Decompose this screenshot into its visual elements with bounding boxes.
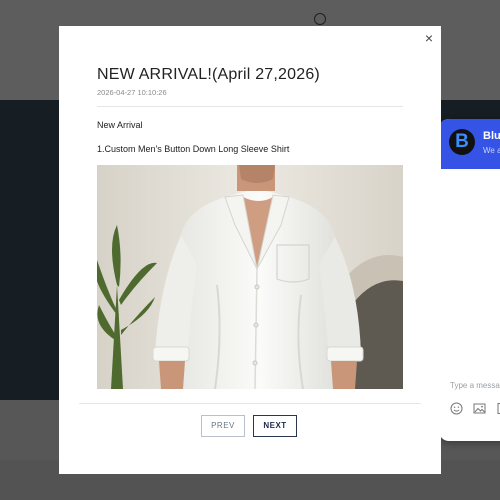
chat-header: B Blue We a [439,119,500,169]
product-image [97,165,403,389]
attachment-icon[interactable] [496,402,500,415]
chat-widget[interactable]: B Blue We a Type a messag [439,119,500,441]
modal-title: NEW ARRIVAL!(April 27,2026) [97,66,320,83]
product-heading: 1.Custom Men's Button Down Long Sleeve S… [97,144,290,154]
divider [79,403,421,404]
close-icon[interactable]: × [422,31,436,45]
chat-name: Blue [483,130,500,142]
post-date: 2026-04-27 10:10:26 [97,88,167,97]
chat-subtitle: We a [483,146,500,155]
next-button[interactable]: NEXT [253,415,297,437]
chat-logo: B [449,129,475,155]
announcement-modal: × NEW ARRIVAL!(April 27,2026) 2026-04-27… [59,26,441,474]
intro-text: New Arrival [97,120,143,130]
prev-button[interactable]: PREV [201,415,245,437]
chat-message-input[interactable]: Type a messag [450,381,500,390]
divider [97,106,403,107]
image-icon[interactable] [473,402,486,415]
chat-toolbar [450,402,500,415]
emoji-icon[interactable] [450,402,463,415]
